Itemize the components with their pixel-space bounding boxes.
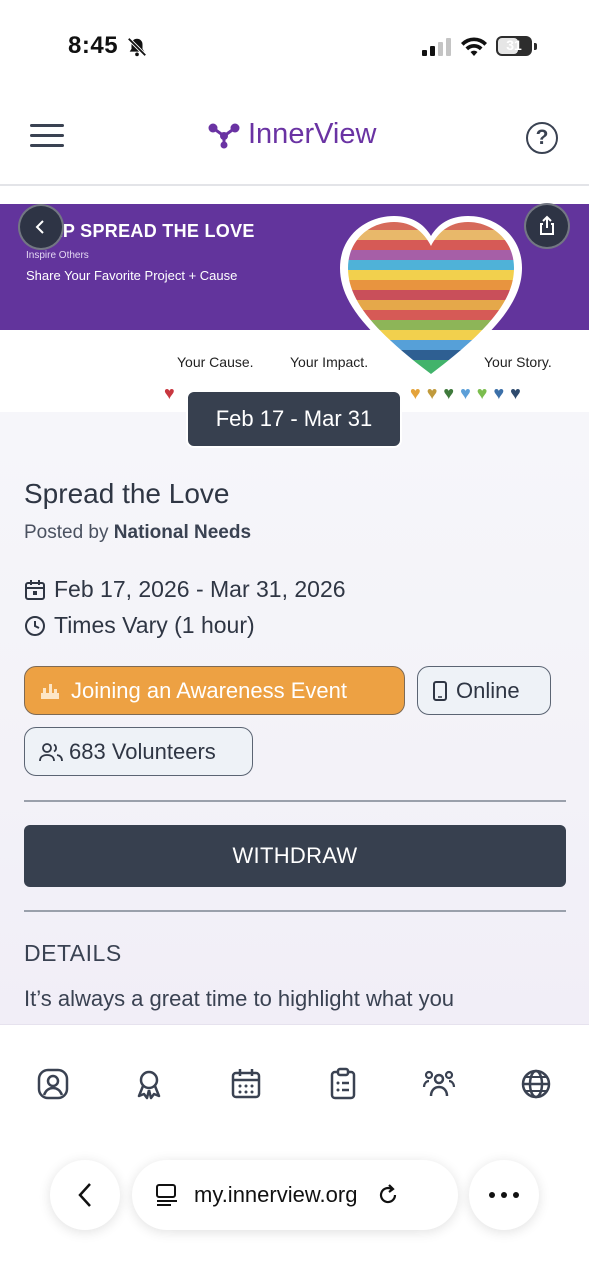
- awareness-event-icon: [41, 683, 59, 699]
- banner-tag-impact: Your Impact.: [290, 354, 369, 370]
- page-menu-icon: [156, 1184, 177, 1206]
- volunteers-tag[interactable]: 683 Volunteers: [24, 727, 253, 776]
- divider: [24, 800, 566, 802]
- users-icon: [39, 742, 63, 761]
- dark-blue-heart-icon: ♥: [510, 383, 521, 403]
- award-icon[interactable]: [132, 1067, 166, 1101]
- banner-tag-cause: Your Cause.: [177, 354, 254, 370]
- cellular-signal-icon: [422, 38, 451, 56]
- more-options-button[interactable]: [469, 1160, 539, 1230]
- app-logo[interactable]: InnerView: [206, 118, 376, 151]
- posted-by-prefix: Posted by: [24, 522, 109, 543]
- green-heart-icon: ♥: [443, 383, 455, 403]
- bell-off-icon: [127, 37, 147, 57]
- event-banner-image: HELP SPREAD THE LOVE Inspire Others Shar…: [0, 186, 589, 412]
- share-button[interactable]: [524, 203, 570, 249]
- details-text: It’s always a great time to highlight wh…: [24, 986, 455, 1011]
- url-text: my.innerview.org: [194, 1182, 358, 1207]
- app-name: InnerView: [248, 118, 377, 150]
- browser-toolbar: my.innerview.org: [0, 1144, 589, 1280]
- banner-tagline: Share Your Favorite Project + Cause: [26, 268, 238, 283]
- date-range-badge: Feb 17 - Mar 31: [186, 390, 402, 448]
- volunteers-count: 683 Volunteers: [69, 738, 216, 764]
- clock-icon: [25, 615, 45, 636]
- navy-heart-icon: ♥: [493, 383, 505, 403]
- banner-subline: Inspire Others: [26, 250, 89, 261]
- withdraw-button[interactable]: WITHDRAW: [24, 825, 566, 887]
- address-bar[interactable]: my.innerview.org: [132, 1160, 458, 1230]
- clipboard-icon[interactable]: [326, 1067, 360, 1101]
- profile-icon[interactable]: [36, 1067, 70, 1101]
- blue-heart-icon: ♥: [460, 383, 471, 403]
- banner-tag-story: Your Story.: [484, 354, 552, 370]
- chevron-left-icon: [35, 220, 44, 234]
- ellipsis-icon: [489, 1192, 519, 1198]
- mini-hearts-row: ♥: [164, 384, 175, 402]
- event-date-text: Feb 17, 2026 - Mar 31, 2026: [54, 576, 346, 602]
- details-heading: DETAILS: [24, 940, 122, 966]
- status-bar: 8:45 31: [0, 0, 589, 96]
- category-label: Joining an Awareness Event: [71, 677, 347, 703]
- battery-level: 31: [506, 37, 522, 53]
- orange-heart-icon: ♥: [410, 383, 421, 403]
- innerview-logo-icon: [208, 123, 240, 148]
- chevron-left-icon: [78, 1183, 91, 1207]
- event-details-panel: Spread the Love Posted by National Needs…: [0, 412, 589, 1024]
- event-time: Times Vary (1 hour): [24, 612, 255, 639]
- lime-heart-icon: ♥: [476, 383, 488, 403]
- back-button[interactable]: [18, 204, 64, 250]
- app-header: InnerView ?: [0, 96, 589, 186]
- event-title: Spread the Love: [24, 478, 230, 509]
- bottom-nav: [0, 1024, 589, 1144]
- wifi-icon: [461, 37, 487, 56]
- help-icon[interactable]: ?: [526, 122, 558, 154]
- category-tag[interactable]: Joining an Awareness Event: [24, 666, 405, 715]
- hamburger-menu-icon[interactable]: [30, 124, 64, 152]
- mini-hearts-row-right: ♥ ♥ ♥ ♥ ♥ ♥ ♥: [410, 384, 521, 402]
- calendar-icon[interactable]: [229, 1067, 263, 1101]
- community-icon[interactable]: [422, 1067, 456, 1101]
- divider: [24, 910, 566, 912]
- event-date: Feb 17, 2026 - Mar 31, 2026: [24, 576, 346, 603]
- calendar-icon: [25, 579, 45, 600]
- share-icon: [540, 215, 554, 235]
- globe-icon[interactable]: [519, 1067, 553, 1101]
- browser-back-button[interactable]: [50, 1160, 120, 1230]
- location-label: Online: [456, 677, 520, 703]
- location-tag[interactable]: Online: [417, 666, 551, 715]
- status-time: 8:45: [68, 32, 119, 59]
- posted-by: Posted by National Needs: [24, 522, 251, 544]
- battery-icon: 31: [496, 36, 532, 56]
- red-heart-icon: ♥: [164, 383, 175, 403]
- event-time-text: Times Vary (1 hour): [54, 612, 255, 638]
- reload-icon[interactable]: [375, 1182, 401, 1208]
- gold-heart-icon: ♥: [426, 383, 438, 403]
- organization-name[interactable]: National Needs: [114, 522, 251, 543]
- mobile-device-icon: [433, 680, 447, 701]
